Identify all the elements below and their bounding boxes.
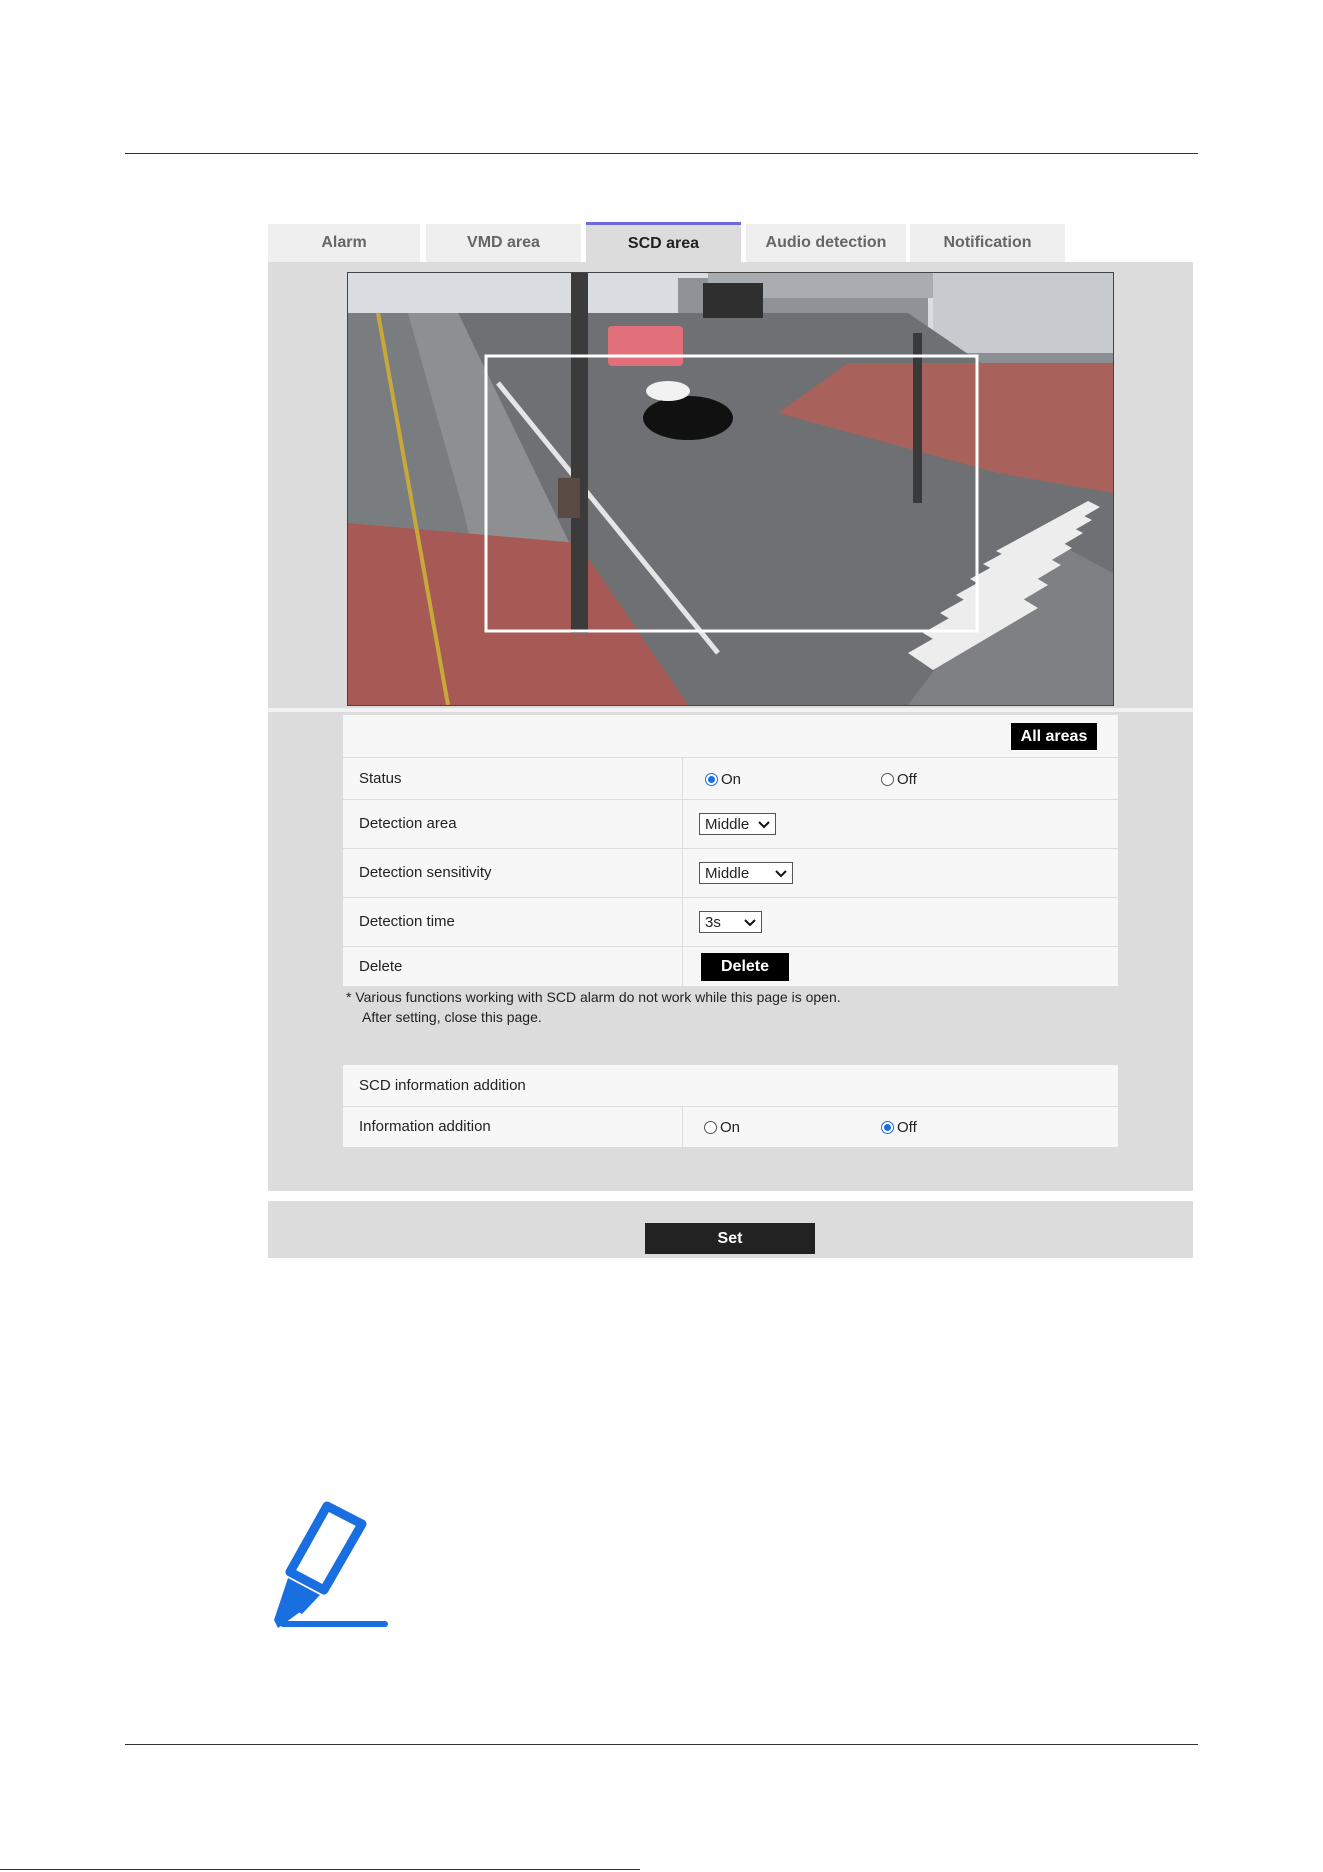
detection-sensitivity-label: Detection sensitivity <box>359 864 492 881</box>
row-divider <box>682 800 683 848</box>
header-row: All areas <box>343 715 1118 757</box>
delete-label: Delete <box>359 958 403 975</box>
detection-sensitivity-value: Middle <box>705 864 750 882</box>
status-on-radio[interactable]: On <box>705 771 741 788</box>
radio-dot <box>705 773 718 786</box>
tab-vmd-area-label: VMD area <box>467 234 540 251</box>
info-addition-on-label: On <box>720 1119 741 1136</box>
status-off-radio[interactable]: Off <box>881 771 917 788</box>
chevron-down-icon <box>775 870 787 878</box>
detection-area-select[interactable]: Middle <box>699 813 776 835</box>
row-divider <box>682 758 683 799</box>
tab-scd-area-label: SCD area <box>627 234 700 252</box>
page-top-rule <box>125 153 1198 154</box>
detection-sensitivity-select[interactable]: Middle <box>699 862 793 884</box>
radio-dot <box>881 1121 894 1134</box>
info-addition-heading-row: SCD information addition <box>343 1065 1118 1106</box>
detection-area-row: Detection area Middle <box>343 799 1118 848</box>
status-row: Status On Off <box>343 757 1118 799</box>
scd-warning-note-line2: After setting, close this page. <box>362 1009 542 1025</box>
detection-time-select[interactable]: 3s <box>699 911 762 933</box>
radio-dot <box>704 1121 717 1134</box>
detection-time-row: Detection time 3s <box>343 897 1118 946</box>
info-addition-row: Information addition On Off <box>343 1106 1118 1147</box>
detection-time-label: Detection time <box>359 913 455 930</box>
camera-scene-image <box>348 273 1113 705</box>
detection-time-value: 3s <box>705 913 721 931</box>
status-label: Status <box>359 770 402 787</box>
detection-area-label: Detection area <box>359 815 457 832</box>
set-button[interactable]: Set <box>645 1223 815 1254</box>
info-addition-heading: SCD information addition <box>359 1077 526 1094</box>
row-divider <box>682 898 683 946</box>
tab-audio-detection-label: Audio detection <box>765 234 887 251</box>
camera-preview[interactable] <box>347 272 1114 706</box>
tab-notification-label: Notification <box>943 234 1032 251</box>
tab-alarm[interactable]: Alarm <box>268 224 420 262</box>
chevron-down-icon <box>744 919 756 927</box>
tab-notification[interactable]: Notification <box>910 224 1065 262</box>
info-addition-label: Information addition <box>359 1118 491 1135</box>
info-addition-on-radio[interactable]: On <box>704 1119 740 1136</box>
delete-row: Delete Delete <box>343 946 1118 986</box>
tab-audio-detection[interactable]: Audio detection <box>746 224 906 262</box>
row-divider <box>682 1107 683 1147</box>
row-divider <box>682 849 683 897</box>
chevron-down-icon <box>758 821 770 829</box>
tab-vmd-area[interactable]: VMD area <box>426 224 581 262</box>
radio-dot <box>881 773 894 786</box>
delete-button[interactable]: Delete <box>701 953 789 981</box>
panel-separator <box>268 708 1193 712</box>
tab-alarm-label: Alarm <box>321 234 367 251</box>
highlighter-pen-icon <box>274 1501 388 1628</box>
info-addition-off-radio[interactable]: Off <box>881 1119 917 1136</box>
all-areas-button[interactable]: All areas <box>1011 723 1097 750</box>
row-divider <box>682 947 683 986</box>
status-off-label: Off <box>897 771 917 788</box>
detection-sensitivity-row: Detection sensitivity Middle <box>343 848 1118 897</box>
info-addition-off-label: Off <box>897 1119 917 1136</box>
detection-area-value: Middle <box>705 815 750 833</box>
footnote-rule <box>0 1869 640 1870</box>
status-on-label: On <box>721 771 742 788</box>
scd-warning-note: * Various functions working with SCD ala… <box>346 989 841 1005</box>
page-bottom-rule <box>125 1744 1198 1745</box>
tab-scd-area[interactable]: SCD area <box>586 222 741 262</box>
